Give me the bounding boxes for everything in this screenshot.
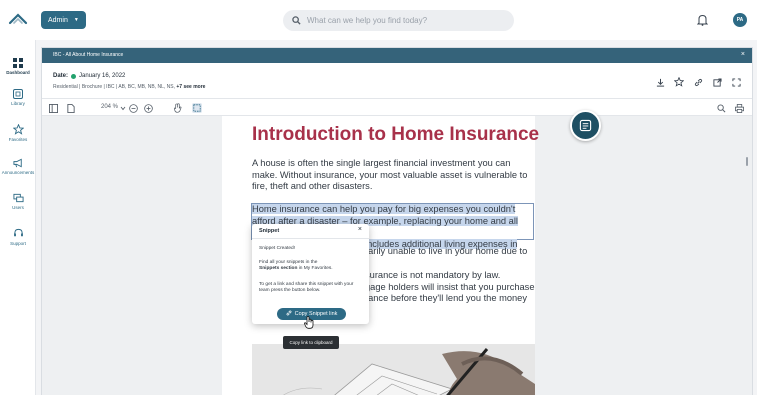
- zoom-in-icon[interactable]: [143, 103, 153, 113]
- date-value: January 16, 2022: [79, 73, 126, 79]
- app: Admin ▼ PA Dashboard Library Favorites: [0, 0, 757, 395]
- search-icon: [292, 12, 301, 30]
- sidebar-item-label: Users: [12, 205, 24, 210]
- close-icon[interactable]: ×: [741, 51, 745, 58]
- page-icon[interactable]: [66, 103, 76, 113]
- document-header: IBC - All About Home Insurance ×: [42, 48, 752, 63]
- sidebar-toggle-icon[interactable]: [48, 103, 58, 113]
- page-heading: Introduction to Home Insurance: [252, 124, 540, 145]
- hand-cursor-icon: [304, 316, 315, 334]
- sidebar-item-dashboard[interactable]: Dashboard: [0, 58, 36, 75]
- find-prefix: Find all your snippets in the: [259, 260, 318, 265]
- library-icon: [13, 89, 23, 99]
- bell-icon[interactable]: [696, 13, 709, 31]
- link-icon[interactable]: [693, 77, 703, 87]
- zoom-out-icon[interactable]: [128, 103, 138, 113]
- search-bar[interactable]: [283, 10, 514, 31]
- text-line: surance is not mandatory by law.: [365, 270, 501, 280]
- document-date: Date: January 16, 2022: [53, 73, 125, 79]
- snippets-section-link: Snippets section: [259, 266, 298, 272]
- logo-icon[interactable]: [8, 11, 28, 29]
- scrollbar-thumb[interactable]: [746, 157, 748, 166]
- pdf-toolbar: 204 %: [42, 99, 752, 116]
- blueprint-photo: [252, 344, 535, 395]
- sidebar-item-announcements[interactable]: Announcements: [0, 158, 36, 175]
- snippet-share-text: To get a link and share this snippet wit…: [259, 282, 354, 294]
- tooltip: Copy link to clipboard: [283, 336, 339, 349]
- snippet-find-text: Find all your snippets in the Snippets s…: [259, 260, 364, 272]
- sidebar-item-library[interactable]: Library: [0, 89, 36, 106]
- document-actions: [655, 77, 741, 87]
- select-tool-icon[interactable]: [192, 103, 202, 113]
- fullscreen-icon[interactable]: [731, 77, 741, 87]
- external-link-icon[interactable]: [712, 77, 722, 87]
- snippet-popup: Snippet × Snippet Created! Find all your…: [252, 224, 369, 324]
- sidebar-item-users[interactable]: Users: [0, 193, 36, 210]
- paragraph-1: A house is often the single largest fina…: [252, 158, 528, 191]
- see-more-link[interactable]: +7 see more: [176, 84, 205, 90]
- sidebar: Dashboard Library Favorites Announcement…: [0, 40, 36, 395]
- zoom-level[interactable]: 204 %: [101, 104, 118, 110]
- text-line: gage holders will insist that you purcha…: [365, 281, 535, 292]
- document-panel: IBC - All About Home Insurance × Date: J…: [41, 47, 753, 395]
- download-icon[interactable]: [655, 77, 665, 87]
- paragraph-3: rarily unable to live in your home due t…: [365, 246, 528, 256]
- sidebar-item-label: Support: [10, 241, 26, 246]
- pdf-viewer[interactable]: Introduction to Home Insurance A house i…: [42, 116, 752, 395]
- chevron-down-icon[interactable]: [118, 103, 128, 113]
- sidebar-item-support[interactable]: Support: [0, 228, 36, 246]
- megaphone-icon: [12, 158, 22, 168]
- dashboard-icon: [13, 58, 23, 68]
- link-icon: [286, 310, 292, 318]
- sidebar-item-label: Dashboard: [6, 70, 30, 75]
- text-line: rance before they'll lend you the money: [365, 293, 527, 303]
- hand-tool-icon[interactable]: [172, 103, 182, 113]
- caret-down-icon: ▼: [73, 17, 79, 23]
- tags-text: Residential | Brochure | IBC | AB, BC, M…: [53, 84, 175, 90]
- divider: [252, 238, 369, 239]
- print-icon[interactable]: [734, 103, 744, 113]
- admin-dropdown[interactable]: Admin ▼: [41, 11, 86, 29]
- status-dot-icon: [71, 73, 77, 79]
- top-bar: Admin ▼ PA: [0, 0, 757, 40]
- document-tags: Residential | Brochure | IBC | AB, BC, M…: [53, 84, 205, 90]
- date-label: Date:: [53, 73, 69, 79]
- snippet-created-text: Snippet Created!: [259, 246, 296, 251]
- support-icon: [13, 228, 23, 237]
- highlighted-text: Home insurance can help you pay for big …: [252, 204, 516, 214]
- search-input[interactable]: [307, 16, 497, 25]
- document-title: IBC - All About Home Insurance: [53, 52, 124, 58]
- sidebar-item-favorites[interactable]: Favorites: [0, 124, 36, 142]
- sidebar-item-label: Announcements: [1, 170, 35, 175]
- avatar[interactable]: PA: [733, 13, 747, 27]
- search-icon[interactable]: [716, 103, 726, 113]
- star-icon: [12, 124, 24, 135]
- popup-title: Snippet: [259, 228, 280, 234]
- sidebar-item-label: Library: [11, 101, 25, 106]
- close-icon[interactable]: ×: [358, 226, 362, 233]
- star-icon[interactable]: [674, 77, 684, 87]
- snippet-fab-button[interactable]: [570, 110, 601, 141]
- users-icon: [12, 193, 24, 203]
- paragraph-4: surance is not mandatory by law. gage ho…: [365, 270, 535, 305]
- find-suffix: in My Favorites.: [298, 266, 333, 272]
- document-lines-icon: [579, 119, 592, 132]
- copy-button-label: Copy Snippet link: [294, 311, 338, 317]
- sidebar-item-label: Favorites: [8, 137, 28, 142]
- admin-label: Admin: [48, 16, 68, 24]
